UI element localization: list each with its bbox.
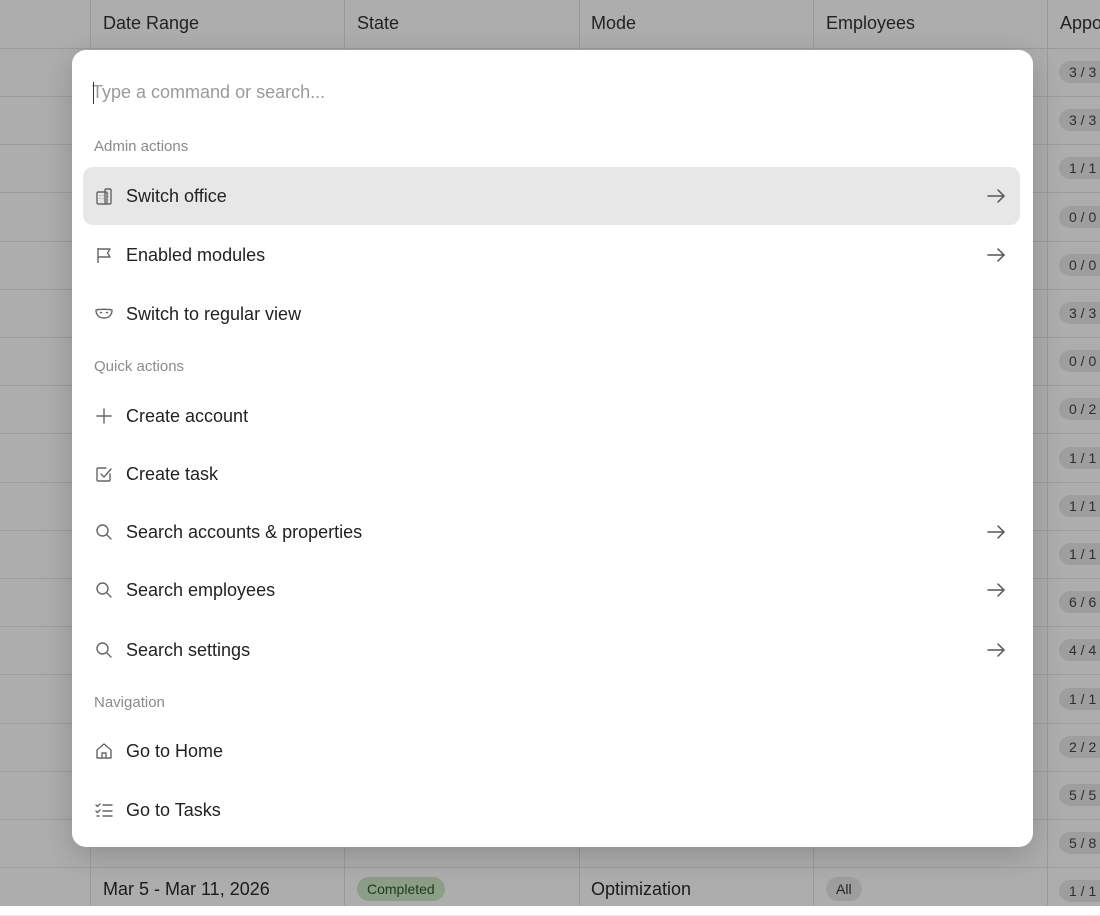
command-item-create-account[interactable]: Create account (83, 387, 1020, 445)
search-icon (94, 580, 114, 600)
command-item-enabled-modules[interactable]: Enabled modules (83, 226, 1020, 284)
group-label-quick-actions: Quick actions (94, 358, 185, 375)
group-label-navigation: Navigation (94, 694, 165, 711)
command-item-search-employees[interactable]: Search employees (83, 561, 1020, 619)
arrow-right-icon (986, 522, 1006, 542)
flag-icon (94, 245, 114, 265)
building-icon (94, 186, 114, 206)
arrow-right-icon (986, 186, 1006, 206)
command-item-label: Go to Tasks (126, 799, 221, 820)
checkbox-icon (94, 464, 114, 484)
search-icon (94, 522, 114, 542)
command-item-label: Switch office (126, 185, 227, 206)
command-item-label: Switch to regular view (126, 303, 302, 324)
home-icon (94, 741, 114, 761)
search-icon (94, 640, 114, 660)
command-item-switch-office[interactable]: Switch office (83, 167, 1020, 225)
command-item-search-accounts[interactable]: Search accounts & properties (83, 503, 1020, 561)
command-item-go-home[interactable]: Go to Home (83, 722, 1020, 780)
command-item-label: Search settings (126, 639, 251, 660)
plus-icon (94, 406, 114, 426)
checklist-icon (94, 800, 114, 820)
arrow-right-icon (986, 640, 1006, 660)
command-item-create-task[interactable]: Create task (83, 445, 1020, 503)
command-item-label: Create account (126, 405, 249, 426)
command-item-switch-regular-view[interactable]: Switch to regular view (83, 285, 1020, 343)
command-item-label: Go to Home (126, 740, 224, 761)
command-search-input[interactable] (92, 76, 992, 108)
mask-icon (94, 304, 114, 324)
command-item-search-settings[interactable]: Search settings (83, 621, 1020, 679)
arrow-right-icon (986, 580, 1006, 600)
command-item-label: Enabled modules (126, 244, 266, 265)
arrow-right-icon (986, 245, 1006, 265)
command-item-go-tasks[interactable]: Go to Tasks (83, 781, 1020, 839)
command-palette: Admin actions Switch office Enabled modu… (72, 50, 1033, 847)
command-item-label: Search employees (126, 579, 276, 600)
text-caret (93, 82, 94, 104)
group-label-admin-actions: Admin actions (94, 138, 189, 155)
command-item-label: Search accounts & properties (126, 521, 363, 542)
command-item-label: Create task (126, 463, 219, 484)
